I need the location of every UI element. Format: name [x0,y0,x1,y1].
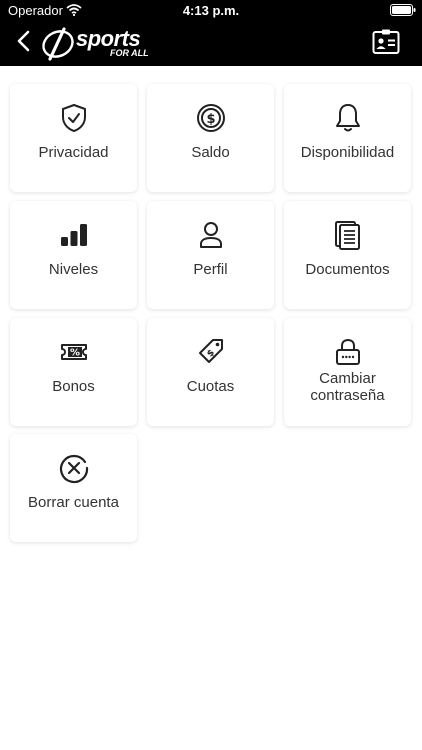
svg-text:%: % [69,348,79,359]
battery-icon [390,4,416,19]
menu-tile-label: Bonos [52,378,95,395]
sports-for-all-logo: sports FOR ALL [40,26,158,62]
menu-tile-perfil[interactable]: Perfil [147,201,274,309]
menu-tile-label: Borrar cuenta [28,494,119,511]
bell-icon [284,102,411,134]
menu-tile-cambiar-contrasena[interactable]: Cambiar contraseña [284,318,411,426]
menu-tile-label: Perfil [193,261,228,278]
logo-tagline: FOR ALL [110,48,149,58]
svg-text:$: $ [205,348,217,360]
menu-tile-disponibilidad[interactable]: Disponibilidad [284,84,411,192]
menu-tile-documentos[interactable]: Documentos [284,201,411,309]
menu-tile-privacidad[interactable]: Privacidad [10,84,137,192]
delete-circle-icon [10,452,137,484]
top-bar: Operador 4:13 p.m. sports FOR ALL [0,0,422,66]
documents-icon [284,219,411,251]
price-tag-icon: $ [147,336,274,368]
shield-check-icon [10,102,137,134]
menu-tile-label: Documentos [305,261,390,278]
id-card-button[interactable] [372,28,400,61]
dollar-coin-icon: $ [147,102,274,134]
user-icon [147,219,274,251]
chevron-left-icon [16,30,30,56]
menu-tile-bonos[interactable]: % Bonos [10,318,137,426]
bar-levels-icon [10,219,137,251]
menu-tile-label: Cuotas [186,378,235,395]
menu-tile-saldo[interactable]: $ Saldo [147,84,274,192]
logo-swoosh-icon [40,26,76,67]
percent-ticket-icon: % [10,336,137,368]
menu-tile-niveles[interactable]: Niveles [10,201,137,309]
menu-tile-borrar-cuenta[interactable]: Borrar cuenta [10,434,137,542]
back-button[interactable] [16,30,30,57]
svg-text:$: $ [206,112,215,127]
status-bar: Operador 4:13 p.m. [0,0,422,22]
menu-tile-label: Disponibilidad [300,144,395,161]
menu-tile-label: Saldo [191,144,230,161]
lock-icon [284,336,411,368]
id-card-icon [372,29,400,60]
status-time: 4:13 p.m. [182,3,240,18]
menu-tile-cuotas[interactable]: $ Cuotas [147,318,274,426]
menu-tile-label: Cambiar contraseña [310,370,385,404]
menu-tile-label: Niveles [48,261,99,278]
menu-tile-label: Privacidad [38,144,109,161]
